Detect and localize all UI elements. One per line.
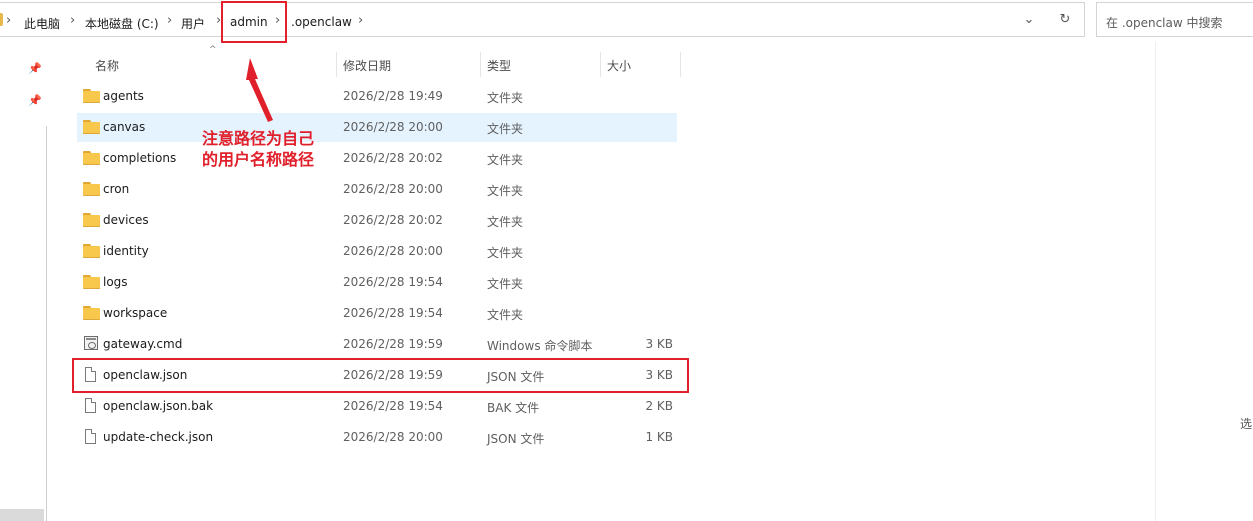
chevron-down-icon[interactable]: ⌄ [1020,11,1038,29]
folder-icon [83,275,100,289]
file-name: identity [103,244,149,258]
file-type: 文件夹 [487,246,524,260]
file-icon [85,429,96,444]
search-input[interactable]: 在 .openclaw 中搜索 [1106,14,1223,31]
column-divider[interactable] [480,52,481,77]
file-row[interactable]: logs 2026/2/28 19:54 文件夹 [77,268,677,297]
file-row[interactable]: openclaw.json.bak 2026/2/28 19:54 BAK 文件 2 … [77,392,677,421]
file-row[interactable]: identity 2026/2/28 20:00 文件夹 [77,237,677,266]
file-type: 文件夹 [487,184,524,198]
nav-pane-divider [46,126,47,521]
folder-icon [83,182,100,196]
file-name: gateway.cmd [103,337,183,351]
file-type: JSON 文件 [487,432,545,446]
file-type: 文件夹 [487,277,524,291]
file-name: openclaw.json.bak [103,399,214,413]
file-row[interactable]: gateway.cmd 2026/2/28 19:59 Windows 命令脚本 3 … [77,330,677,359]
refresh-icon[interactable]: ↻ [1056,11,1074,29]
file-modified-date: 2026/2/28 19:54 [343,399,443,413]
scrollbar-thumb[interactable] [0,509,44,521]
file-type: 文件夹 [487,153,524,167]
file-type: 文件夹 [487,91,524,105]
file-modified-date: 2026/2/28 20:02 [343,213,443,227]
file-type: 文件夹 [487,122,524,136]
file-modified-date: 2026/2/28 20:00 [343,182,443,196]
column-header-type[interactable]: 类型 [487,57,511,74]
details-pane-hint: 选 [1240,417,1253,431]
file-name: update-check.json [103,430,214,444]
file-icon [85,398,96,413]
file-name: logs [103,275,128,289]
file-modified-date: 2026/2/28 20:00 [343,430,443,444]
folder-icon [83,213,100,227]
file-modified-date: 2026/2/28 19:54 [343,306,443,320]
search-box[interactable]: 在 .openclaw 中搜索 [1096,2,1253,37]
file-row[interactable]: update-check.json 2026/2/28 20:00 JSON 文件 1… [77,423,677,452]
column-header-size[interactable]: 大小 [607,57,631,74]
file-modified-date: 2026/2/28 19:54 [343,275,443,289]
file-size: 3 KB [645,337,673,351]
file-modified-date: 2026/2/28 19:59 [343,337,443,351]
file-type: 文件夹 [487,215,524,229]
file-row[interactable]: devices 2026/2/28 20:02 文件夹 [77,206,677,235]
annotation-text: 注意路径为自己 的用户名称路径 [202,128,342,170]
file-type: Windows 命令脚本 [487,339,593,353]
file-name: cron [103,182,130,196]
file-size: 2 KB [645,399,673,413]
file-name: workspace [103,306,168,320]
file-modified-date: 2026/2/28 20:00 [343,244,443,258]
folder-icon [83,306,100,320]
annotation-line-2: 的用户名称路径 [202,150,315,169]
folder-icon [83,244,100,258]
annotation-line-1: 注意路径为自己 [202,129,315,148]
column-divider[interactable] [600,52,601,77]
openclaw-json-highlight-box [72,358,689,393]
column-divider[interactable] [680,52,681,77]
file-name: devices [103,213,149,227]
cmd-file-icon [84,336,98,350]
file-type: BAK 文件 [487,401,540,415]
details-pane-divider [1155,42,1156,521]
file-row[interactable]: cron 2026/2/28 20:00 文件夹 [77,175,677,204]
file-row[interactable]: workspace 2026/2/28 19:54 文件夹 [77,299,677,328]
file-type: 文件夹 [487,308,524,322]
file-size: 1 KB [645,430,673,444]
